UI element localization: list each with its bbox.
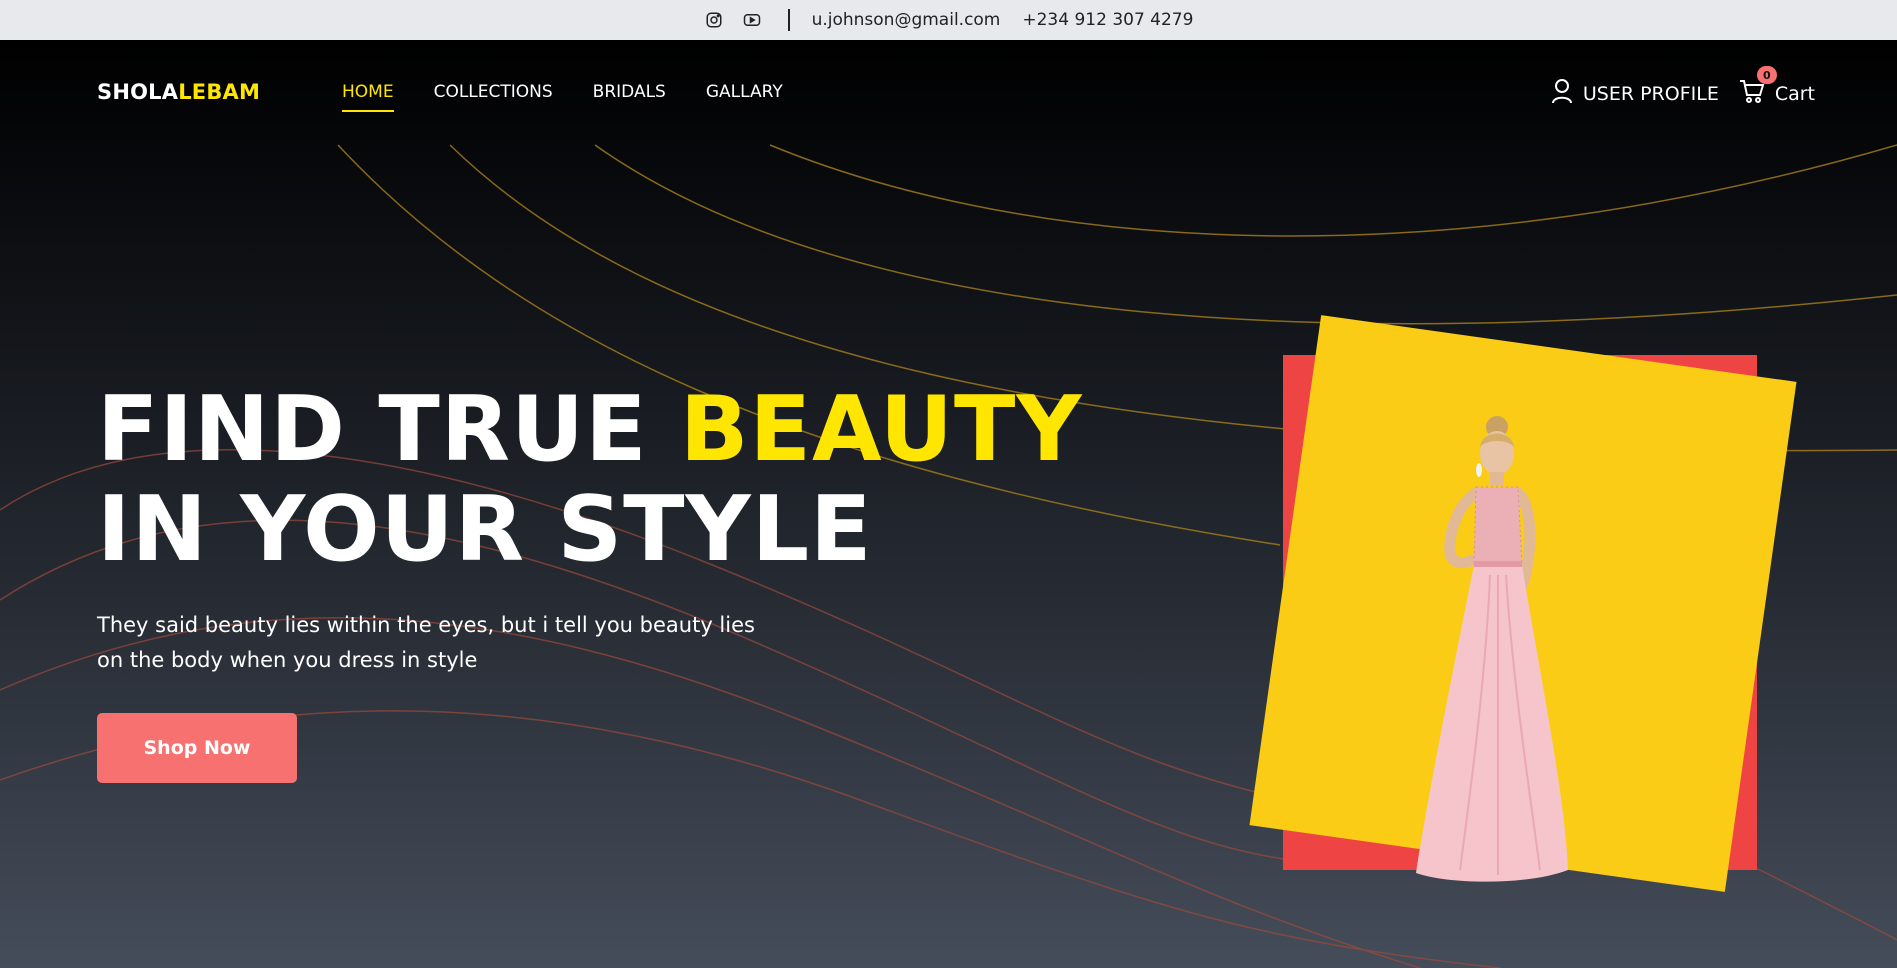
cart-count-badge: 0 — [1756, 66, 1777, 84]
cart-link[interactable]: 0 Cart — [1739, 66, 1815, 109]
top-bar: u.johnson@gmail.com +234 912 307 4279 — [0, 0, 1897, 40]
nav-item-bridals[interactable]: BRIDALS — [593, 82, 666, 112]
logo-part-white: SHOLA — [97, 80, 179, 104]
hero-section: SHOLALEBAM HOME COLLECTIONS BRIDALS GALL… — [0, 40, 1897, 968]
main-nav: SHOLALEBAM HOME COLLECTIONS BRIDALS GALL… — [0, 40, 1897, 145]
shop-now-button[interactable]: Shop Now — [97, 713, 297, 783]
logo-part-accent: LEBAM — [178, 80, 261, 104]
social-icons — [704, 10, 762, 30]
hero-subtext: They said beauty lies within the eyes, b… — [97, 613, 755, 672]
user-profile-label: USER PROFILE — [1582, 82, 1719, 105]
contact-phone[interactable]: +234 912 307 4279 — [1022, 10, 1193, 30]
site-logo[interactable]: SHOLALEBAM — [97, 80, 260, 104]
nav-actions: USER PROFILE 0 Cart — [1551, 66, 1815, 109]
contact-email[interactable]: u.johnson@gmail.com — [812, 10, 1001, 30]
cart-label: Cart — [1774, 82, 1815, 105]
user-profile-link[interactable]: USER PROFILE — [1551, 78, 1719, 109]
headline-line2: IN YOUR STYLE — [97, 477, 873, 582]
headline-line1: FIND TRUE — [97, 377, 680, 482]
headline-accent: BEAUTY — [679, 377, 1083, 482]
model-in-pink-gown-image — [1416, 416, 1568, 882]
user-icon — [1551, 78, 1573, 109]
nav-item-gallary[interactable]: GALLARY — [706, 82, 783, 112]
nav-item-home[interactable]: HOME — [342, 82, 394, 112]
youtube-icon[interactable] — [742, 10, 762, 30]
instagram-icon[interactable] — [704, 10, 724, 30]
hero-headline: FIND TRUE BEAUTY IN YOUR STYLE — [97, 380, 1083, 580]
nav-menu: HOME COLLECTIONS BRIDALS GALLARY — [342, 82, 783, 112]
nav-item-collections[interactable]: COLLECTIONS — [434, 82, 553, 112]
divider — [787, 9, 790, 31]
